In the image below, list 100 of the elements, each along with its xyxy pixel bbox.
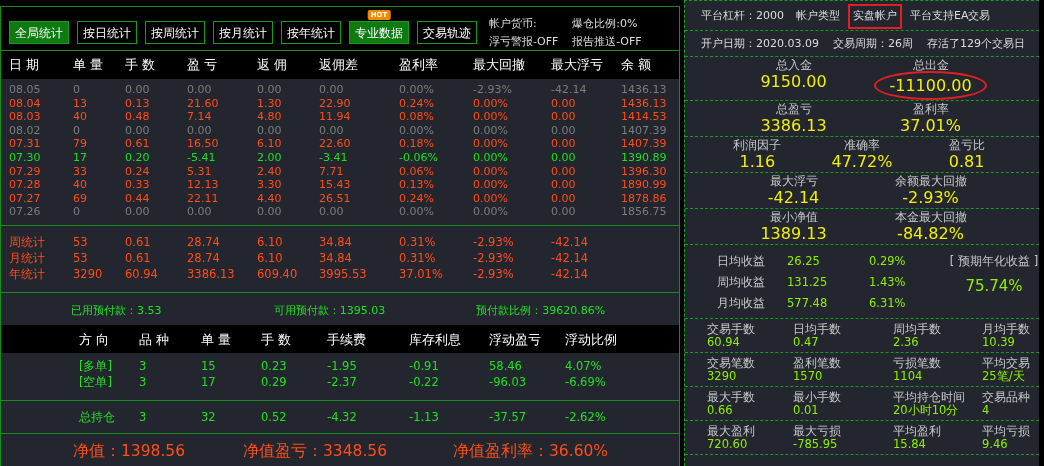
stat-label: 周均手数 [893, 323, 942, 336]
table-cell-text: 0.00% [473, 150, 509, 165]
stat-label: 盈利率 [912, 102, 949, 116]
table-cell-text: 22.60 [319, 137, 352, 151]
table-cell-text: [空单] [79, 374, 113, 391]
stat-value: 0.01 [793, 404, 820, 417]
stat-label: 准确率 [844, 138, 880, 152]
table-cell-text: 1396.30 [621, 164, 668, 179]
stat-label: 总出金 [912, 58, 949, 72]
table-cell-text: 1414.53 [621, 110, 668, 124]
table-cell-text: 40 [73, 178, 88, 192]
column-header: 浮动比例 [565, 330, 618, 349]
stat-label: 最小净值 [769, 210, 818, 224]
table-cell-text: 07.26 [9, 205, 42, 219]
stat-label: 盈亏比 [948, 138, 985, 152]
table-cell-text: 2.00 [257, 150, 283, 165]
table-cell-text: -2.93% [473, 249, 515, 266]
table-cell-text: 0.20 [125, 150, 151, 165]
account-info: 平台杠杆：2000 [701, 8, 784, 24]
stat-label: 余额最大回撤 [894, 174, 967, 188]
column-header: 返 佣 [257, 56, 289, 75]
tab-button[interactable]: 按日统计 [77, 21, 137, 44]
table-cell-text: 17 [73, 150, 88, 165]
table-cell-text: 0.23 [261, 358, 288, 375]
stat-label: 利润因子 [733, 138, 782, 152]
stat-value: 60.94 [707, 336, 741, 349]
tab-button[interactable]: 按年统计 [281, 21, 341, 44]
column-header: 盈 亏 [187, 56, 219, 75]
table-cell-text: 34.84 [319, 233, 353, 250]
stat-label: 最大手数 [707, 391, 756, 404]
column-header: 库存利息 [409, 330, 462, 349]
table-cell-text: 0.00% [473, 164, 509, 179]
table-cell-text: 1878.86 [621, 191, 668, 206]
table-cell-text: 0.29 [261, 374, 288, 391]
table-cell-text: -37.57 [489, 409, 528, 426]
stat-value: 37.01% [900, 116, 961, 135]
table-cell-text: 13 [73, 96, 88, 111]
stat-label: 盈利笔数 [793, 357, 842, 370]
table-cell-text: 28.74 [187, 249, 221, 266]
table-cell-text: 0.00 [551, 110, 577, 124]
stat-label: 亏损笔数 [893, 357, 942, 370]
tab-button[interactable]: 交易轨迹 [417, 21, 477, 44]
stat-value: 75.74% [964, 276, 1024, 297]
table-cell-text: 07.29 [9, 164, 42, 179]
table-cell-text: -42.14 [551, 265, 590, 282]
net-value-stat: 净值：1398.56 [73, 441, 187, 463]
table-cell-text: 0.00 [125, 83, 151, 97]
table-cell-text: -0.91 [409, 358, 440, 375]
table-cell-text: 0.00 [551, 205, 577, 219]
stat-value: -11100.00 [875, 72, 986, 99]
table-cell-text: 07.30 [9, 150, 42, 165]
column-header: 盈利率 [399, 56, 439, 75]
table-cell-text: 0.61 [125, 249, 152, 266]
stat-value: 10.39 [982, 336, 1016, 349]
table-cell-text: 5.31 [187, 164, 213, 179]
stat-value: 20小时10分 [893, 404, 960, 417]
table-cell-text: 0.00 [551, 191, 577, 206]
table-cell-text: 1407.39 [621, 123, 668, 138]
table-cell-text: 0.00 [257, 83, 283, 97]
table-cell-text: -2.93% [473, 83, 513, 97]
table-cell-text: 0.48 [125, 110, 151, 124]
table-cell-text: 0.00% [399, 205, 435, 219]
table-cell-text: 3 [139, 409, 148, 426]
table-cell-text: 07.28 [9, 178, 42, 192]
table-cell-text: 0.24 [125, 164, 151, 179]
table-cell-text: 609.40 [257, 265, 299, 282]
tab-button[interactable]: 按周统计 [145, 21, 205, 44]
table-cell-text: -2.93% [473, 233, 515, 250]
column-header: 最大回撤 [473, 56, 526, 75]
table-cell-text: 0.44 [125, 191, 151, 206]
table-cell-text: 37.01% [399, 265, 444, 282]
stat-label: 平均亏损 [982, 425, 1031, 438]
table-cell-text: 0.00% [473, 191, 509, 206]
net-value-stat: 净值盈亏：3348.56 [243, 441, 389, 463]
table-cell-text: 0.00 [319, 205, 345, 219]
tab-button[interactable]: 全局统计 [9, 21, 69, 44]
stat-value: 9.46 [982, 438, 1009, 451]
table-cell-text: -42.14 [551, 83, 588, 97]
table-cell-text: 周统计 [9, 233, 46, 250]
stat-value: 9150.00 [760, 72, 827, 91]
stat-value: 720.60 [707, 438, 749, 451]
table-cell-text: 7.71 [319, 164, 345, 179]
account-info: 帐户类型 [796, 8, 840, 24]
table-cell-text: 08.04 [9, 96, 42, 111]
table-cell-text: 0.00 [551, 150, 577, 165]
stat-label: 日均收益 [717, 253, 766, 270]
stat-value: 15.84 [893, 438, 927, 451]
tab-button[interactable]: 按月统计 [213, 21, 273, 44]
table-cell-text: 08.05 [9, 83, 42, 97]
table-cell-text: -0.22 [409, 374, 440, 391]
stat-value: 1570 [793, 370, 824, 383]
table-cell-text: -2.37 [327, 374, 358, 391]
table-cell-text: -4.32 [327, 409, 358, 426]
tab-button[interactable]: 专业数据 [349, 21, 409, 44]
table-cell-text: 0.00 [551, 178, 577, 192]
table-cell-text: 1390.89 [621, 150, 668, 165]
table-cell-text: 4.40 [257, 191, 283, 206]
column-header: 单 量 [73, 56, 105, 75]
table-cell-text: 3386.13 [187, 265, 236, 282]
table-cell-text: 0.00% [473, 137, 509, 151]
